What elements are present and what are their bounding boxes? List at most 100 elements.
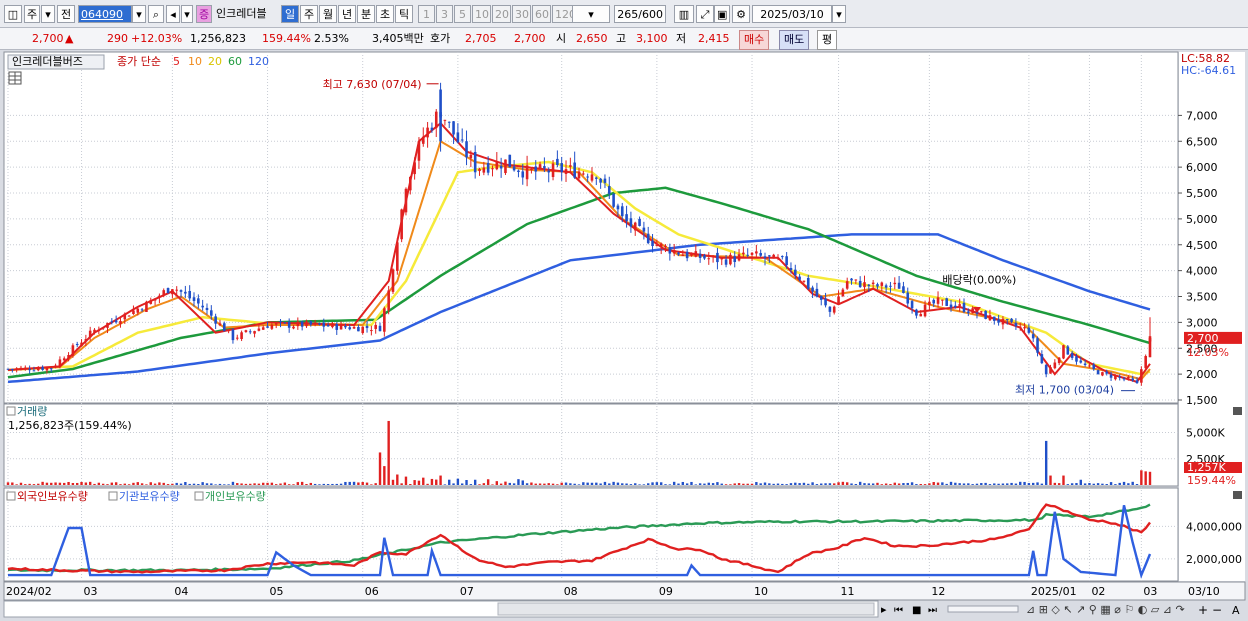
volume-bar xyxy=(993,483,996,485)
interval-tab-20[interactable]: 20 xyxy=(492,5,511,23)
candle-icon[interactable]: ▥ xyxy=(674,5,694,23)
interval-tab-3[interactable]: 3 xyxy=(436,5,453,23)
custom-interval-select[interactable]: ▾ xyxy=(572,5,610,23)
volume-bar xyxy=(538,483,542,485)
legend-individual: 개인보유수량 xyxy=(205,490,266,503)
period-tab-2[interactable]: 월 xyxy=(319,5,337,23)
volume-bar xyxy=(287,484,291,485)
period-tab-0[interactable]: 일 xyxy=(281,5,299,23)
volume-bar xyxy=(1057,483,1061,485)
font-size-icon[interactable]: A xyxy=(1232,604,1240,617)
zoom-slider[interactable] xyxy=(947,605,1019,613)
candle-body xyxy=(413,162,416,175)
period-tab-6[interactable]: 틱 xyxy=(395,5,413,23)
candle-body xyxy=(949,304,953,308)
candle-body xyxy=(954,305,957,308)
candle-body xyxy=(335,324,339,330)
interval-tab-5[interactable]: 5 xyxy=(454,5,471,23)
toolbar-misc-icons[interactable]: ⊿ ⊞ ◇ ↖ ↗ ⚲ ▦ ⌀ ⚐ ◐ ▱ ⊿ ↷ xyxy=(1026,603,1185,616)
candle-body xyxy=(599,178,602,183)
x-tick-label: 11 xyxy=(841,585,855,598)
volume-bar xyxy=(1088,483,1091,485)
candle-body xyxy=(1014,322,1018,327)
sell-button[interactable]: 매도 xyxy=(779,30,810,50)
date-field[interactable]: 2025/03/10 xyxy=(752,5,832,23)
volume-bar xyxy=(1144,471,1147,485)
zoom-in-icon[interactable]: + xyxy=(1198,603,1208,617)
scroll-thumb[interactable] xyxy=(497,602,875,616)
interval-tab-120[interactable]: 120 xyxy=(552,5,576,23)
candle-body xyxy=(292,326,295,329)
volume-bar xyxy=(166,484,170,485)
stock-code-input[interactable]: 064090 xyxy=(78,5,132,23)
save-icon[interactable]: ▣ xyxy=(714,5,730,23)
holdings-close-icon[interactable] xyxy=(1233,491,1242,499)
interval-tab-30[interactable]: 30 xyxy=(512,5,531,23)
period-tab-1[interactable]: 주 xyxy=(300,5,318,23)
period-tab-4[interactable]: 분 xyxy=(357,5,375,23)
candle-body xyxy=(443,119,447,121)
volume-bar xyxy=(655,482,659,485)
volume-collapse-icon[interactable] xyxy=(6,406,16,416)
average-button[interactable]: 평 xyxy=(817,30,838,50)
volume-bar xyxy=(413,480,416,485)
legend-ma5: 5 xyxy=(173,55,180,68)
candle-body xyxy=(768,255,771,257)
tool-icon[interactable]: ⤢ xyxy=(696,5,714,23)
holdings-collapse-icon[interactable] xyxy=(6,491,16,501)
interval-tab-1[interactable]: 1 xyxy=(418,5,435,23)
candle-body xyxy=(971,308,974,314)
volume-bar xyxy=(971,484,974,485)
candle-body xyxy=(1023,327,1026,329)
legend-ma20: 20 xyxy=(208,55,222,68)
candle-body xyxy=(378,325,382,332)
candle-body xyxy=(620,206,624,217)
candle-body xyxy=(184,291,187,294)
candle-body xyxy=(910,301,914,309)
type-dropdown-icon[interactable]: ▾ xyxy=(41,5,55,23)
type-select[interactable]: 주 xyxy=(24,5,40,23)
interval-tab-60[interactable]: 60 xyxy=(532,5,551,23)
volume-bar xyxy=(231,481,235,485)
volume-close-icon[interactable] xyxy=(1233,407,1242,415)
scroll-right-icon[interactable]: ▸ xyxy=(881,603,887,616)
candle-body xyxy=(651,240,654,247)
candle-body xyxy=(871,282,875,285)
speaker-dropdown-icon[interactable]: ▾ xyxy=(181,5,193,23)
window-icon[interactable]: ◫ xyxy=(4,5,22,23)
volume-bar xyxy=(694,484,697,485)
gear-icon[interactable]: ⚙ xyxy=(732,5,750,23)
volume-bar xyxy=(127,484,131,485)
stop-icon[interactable]: ■ xyxy=(912,605,921,616)
volume-bar xyxy=(145,484,148,485)
candle-body xyxy=(58,359,62,366)
volume-subtitle: 1,256,823주(159.44%) xyxy=(8,419,132,432)
forward-icon[interactable]: ⏭ xyxy=(928,605,937,616)
candle-body xyxy=(19,367,23,370)
period-tab-5[interactable]: 초 xyxy=(376,5,394,23)
zoom-out-icon[interactable]: − xyxy=(1212,603,1222,617)
candle-body xyxy=(919,314,923,317)
candle-body xyxy=(1144,356,1147,369)
price-tick-label: 4,500 xyxy=(1186,239,1218,252)
calendar-dropdown-icon[interactable]: ▾ xyxy=(832,5,846,23)
price-tick-label: 3,500 xyxy=(1186,291,1218,304)
candle-body xyxy=(716,252,719,263)
rewind-icon[interactable]: ⏮ xyxy=(894,605,903,616)
volume-bar xyxy=(499,483,503,485)
volume-bar xyxy=(954,482,957,485)
count-value: 265 xyxy=(617,8,639,21)
count-field[interactable]: 265/600 xyxy=(614,5,666,23)
candle-body xyxy=(694,251,698,257)
interval-tab-10[interactable]: 10 xyxy=(472,5,491,23)
code-dropdown-icon[interactable]: ▾ xyxy=(132,5,146,23)
speaker-icon[interactable]: ◂ xyxy=(166,5,180,23)
candle-body xyxy=(893,282,897,285)
candle-body xyxy=(499,165,503,169)
candle-body xyxy=(595,177,598,179)
period-tab-3[interactable]: 년 xyxy=(338,5,356,23)
prefix-button[interactable]: 전 xyxy=(57,5,75,23)
search-icon[interactable]: ⌕ xyxy=(148,5,164,23)
volume-ratio: 159.44% xyxy=(262,32,311,45)
buy-button[interactable]: 매수 xyxy=(739,30,770,50)
